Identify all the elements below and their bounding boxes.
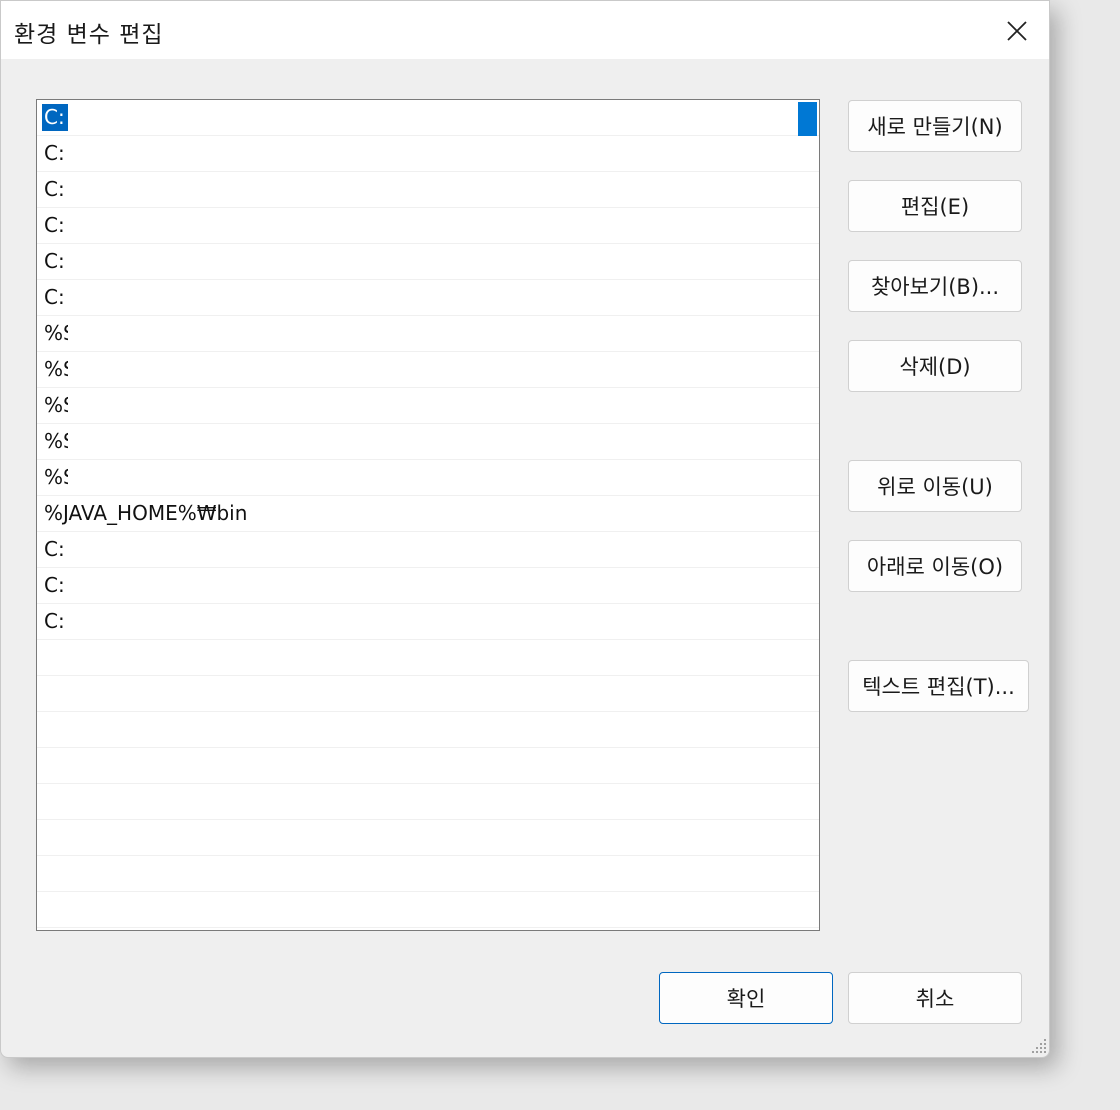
path-list-row[interactable]: %S bbox=[37, 352, 819, 388]
close-icon bbox=[1007, 21, 1027, 41]
path-list-row-text: C: bbox=[44, 537, 65, 561]
edit-environment-variable-dialog: 환경 변수 편집 C: C: C: C: C: C: %S %S %S %S %S %JAVA_HOM… bbox=[0, 0, 1050, 1058]
path-list-empty-row[interactable] bbox=[37, 676, 819, 712]
path-list-row-text: %S bbox=[44, 357, 68, 381]
browse-button[interactable]: 찾아보기(B)... bbox=[848, 260, 1022, 312]
path-list-empty-row[interactable] bbox=[37, 640, 819, 676]
path-list-row[interactable]: C: bbox=[37, 172, 819, 208]
cancel-button[interactable]: 취소 bbox=[848, 972, 1022, 1024]
path-list-empty-row[interactable] bbox=[37, 712, 819, 748]
path-list-row[interactable]: C: bbox=[37, 568, 819, 604]
edit-text-button[interactable]: 텍스트 편집(T)... bbox=[848, 660, 1029, 712]
path-list-row[interactable]: C: bbox=[37, 208, 819, 244]
path-list-row-text: %S bbox=[44, 393, 68, 417]
path-list-row[interactable]: C: bbox=[37, 136, 819, 172]
path-list-row-text: %S bbox=[44, 321, 68, 345]
move-down-button[interactable]: 아래로 이동(O) bbox=[848, 540, 1022, 592]
path-list-row-text: C: bbox=[44, 213, 65, 237]
delete-button[interactable]: 삭제(D) bbox=[848, 340, 1022, 392]
path-list-row-text: C: bbox=[42, 104, 68, 131]
path-list-row-text: C: bbox=[44, 609, 65, 633]
path-list-row[interactable]: %S bbox=[37, 424, 819, 460]
path-list-row-text: %S bbox=[44, 465, 68, 489]
path-list-row-text: C: bbox=[44, 573, 65, 597]
path-list-row-text: C: bbox=[44, 177, 65, 201]
path-list-empty-row[interactable] bbox=[37, 892, 819, 928]
close-button[interactable] bbox=[991, 11, 1043, 51]
edit-button[interactable]: 편집(E) bbox=[848, 180, 1022, 232]
path-list-row[interactable]: %S bbox=[37, 460, 819, 496]
path-list-row-text: C: bbox=[44, 249, 65, 273]
path-list-empty-row[interactable] bbox=[37, 748, 819, 784]
path-list-empty-row[interactable] bbox=[37, 820, 819, 856]
path-list-row-text: C: bbox=[44, 141, 65, 165]
new-button[interactable]: 새로 만들기(N) bbox=[848, 100, 1022, 152]
path-list-row[interactable]: %S bbox=[37, 316, 819, 352]
path-list-row[interactable]: C: bbox=[37, 532, 819, 568]
path-list[interactable]: C: C: C: C: C: C: %S %S %S %S %S %JAVA_HOME%₩bin C: C… bbox=[36, 99, 820, 931]
move-up-button[interactable]: 위로 이동(U) bbox=[848, 460, 1022, 512]
path-list-row-text: %S bbox=[44, 429, 68, 453]
path-list-row-text: C: bbox=[44, 285, 65, 309]
title-bar: 환경 변수 편집 bbox=[1, 1, 1049, 59]
path-list-row[interactable]: %JAVA_HOME%₩bin bbox=[37, 496, 819, 532]
path-list-row-text: %JAVA_HOME%₩bin bbox=[44, 501, 248, 525]
dialog-title: 환경 변수 편집 bbox=[14, 22, 164, 48]
path-list-empty-row[interactable] bbox=[37, 856, 819, 892]
path-list-row[interactable]: C: bbox=[37, 604, 819, 640]
scrollbar-thumb[interactable] bbox=[798, 102, 817, 136]
ok-button[interactable]: 확인 bbox=[659, 972, 833, 1024]
resize-grip-icon[interactable] bbox=[1030, 1037, 1048, 1055]
path-list-row[interactable]: %S bbox=[37, 388, 819, 424]
path-list-row[interactable]: C: bbox=[37, 280, 819, 316]
path-list-row[interactable]: C: bbox=[37, 100, 819, 136]
path-list-row[interactable]: C: bbox=[37, 244, 819, 280]
path-list-empty-row[interactable] bbox=[37, 784, 819, 820]
